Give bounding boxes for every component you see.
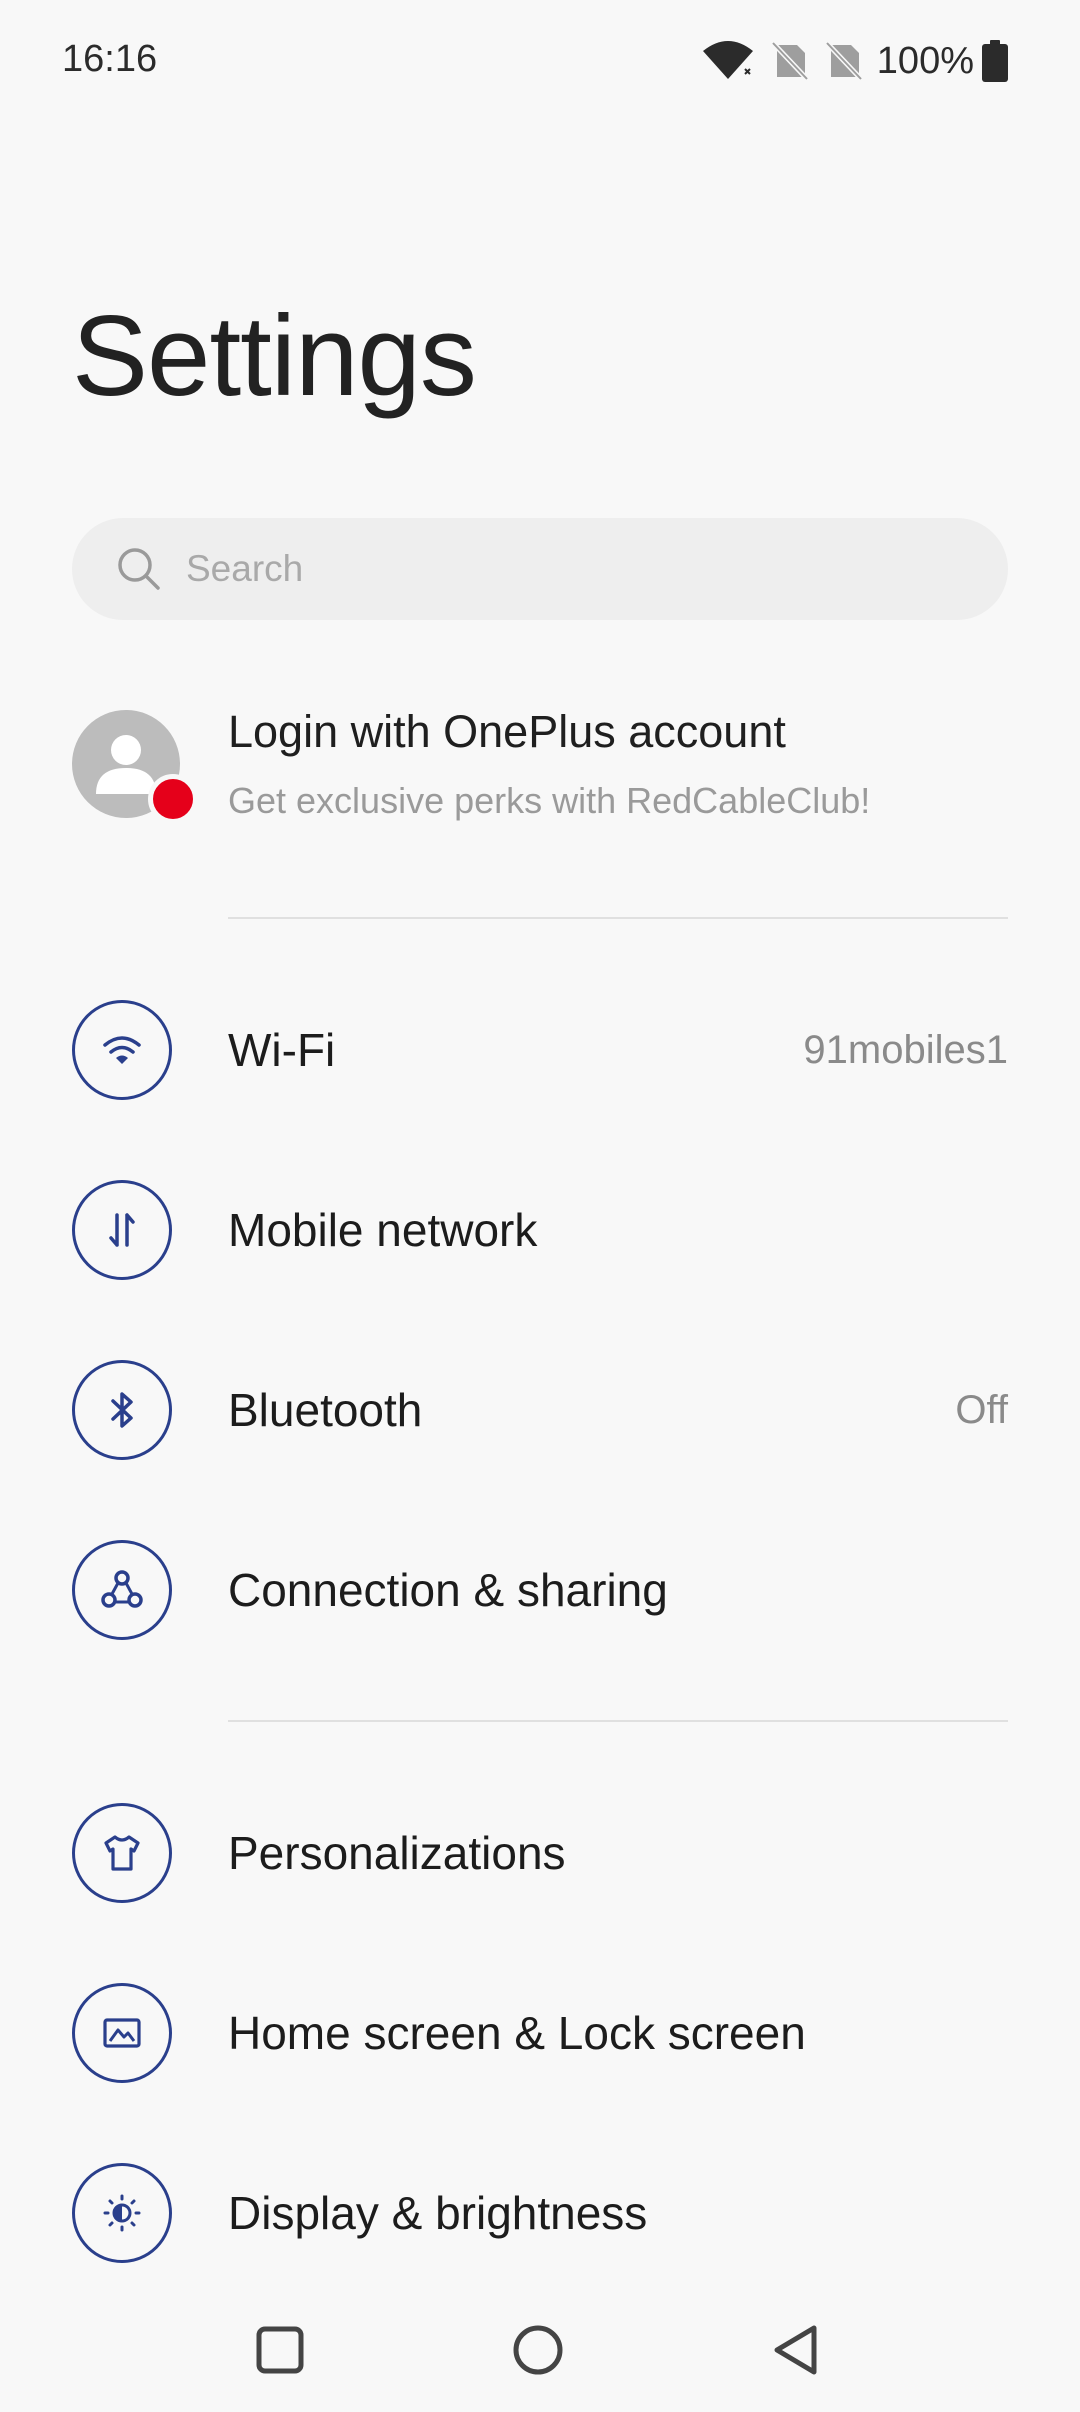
recents-icon[interactable] <box>240 2310 320 2390</box>
connection-icon <box>72 1540 172 1640</box>
settings-item-label: Bluetooth <box>228 1384 423 1436</box>
tshirt-icon <box>72 1803 172 1903</box>
wifi-icon <box>701 39 755 83</box>
search-input[interactable] <box>184 547 948 591</box>
navigation-bar <box>0 2290 1080 2412</box>
wifi-network-name: 91mobiles1 <box>803 1027 1008 1072</box>
home-icon[interactable] <box>498 2310 578 2390</box>
status-bar: 16:16 100% <box>0 0 1080 124</box>
settings-item-label: Wi-Fi <box>228 1024 336 1076</box>
search-icon <box>118 548 160 590</box>
settings-item-mobile-network[interactable]: Mobile network <box>72 1170 1008 1290</box>
settings-item-label: Mobile network <box>228 1204 538 1256</box>
no-sim-icon <box>824 41 863 81</box>
page-title: Settings <box>72 293 477 420</box>
account-login-item[interactable]: Login with OnePlus account Get exclusive… <box>72 700 1008 860</box>
battery-icon <box>982 40 1008 82</box>
bluetooth-icon <box>72 1360 172 1460</box>
status-time: 16:16 <box>62 38 158 80</box>
divider <box>228 917 1008 919</box>
settings-item-label: Personalizations <box>228 1827 566 1879</box>
picture-icon <box>72 1983 172 2083</box>
search-bar[interactable] <box>72 518 1008 620</box>
back-icon[interactable] <box>756 2310 836 2390</box>
no-sim-icon <box>770 41 809 81</box>
status-icons: 100% <box>701 36 1008 86</box>
settings-item-connection-sharing[interactable]: Connection & sharing <box>72 1530 1008 1650</box>
brightness-icon <box>72 2163 172 2263</box>
bluetooth-status: Off <box>955 1387 1008 1432</box>
notification-badge <box>148 774 198 824</box>
mobile-data-icon <box>72 1180 172 1280</box>
battery-percent: 100% <box>876 39 974 82</box>
settings-item-label: Home screen & Lock screen <box>228 2007 806 2059</box>
wifi-icon <box>72 1000 172 1100</box>
settings-item-home-lock-screen[interactable]: Home screen & Lock screen <box>72 1973 1008 2093</box>
settings-item-label: Connection & sharing <box>228 1564 668 1616</box>
settings-item-label: Display & brightness <box>228 2187 648 2239</box>
settings-item-display-brightness[interactable]: Display & brightness <box>72 2153 1008 2273</box>
settings-item-bluetooth[interactable]: Bluetooth Off <box>72 1350 1008 1470</box>
settings-item-wifi[interactable]: Wi-Fi 91mobiles1 <box>72 990 1008 1110</box>
settings-item-personalizations[interactable]: Personalizations <box>72 1793 1008 1913</box>
account-title: Login with OnePlus account <box>228 706 786 757</box>
divider <box>228 1720 1008 1722</box>
account-subtitle: Get exclusive perks with RedCableClub! <box>228 780 871 821</box>
